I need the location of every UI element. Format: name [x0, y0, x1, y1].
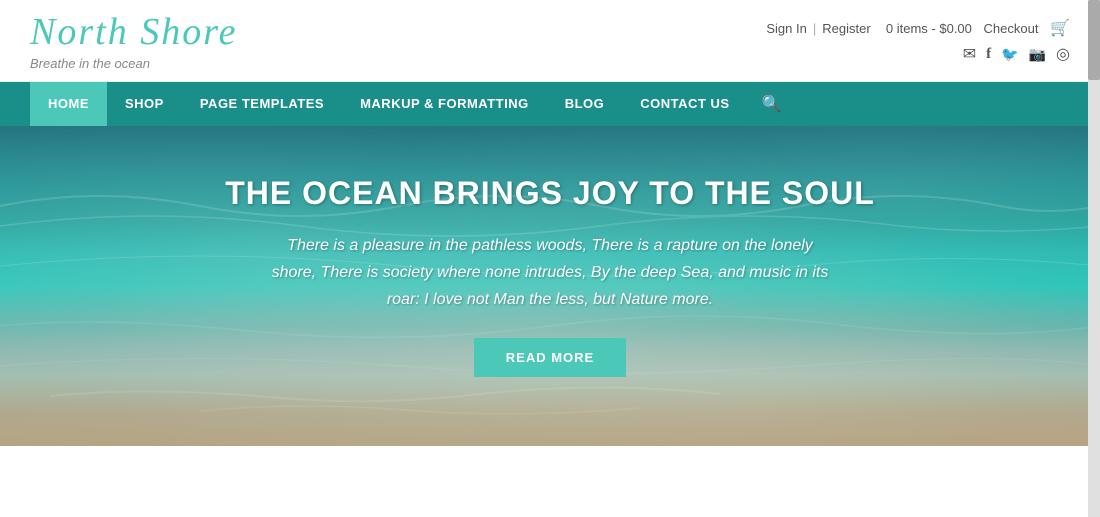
checkout-link[interactable]: Checkout: [984, 21, 1039, 36]
nav-markup-formatting[interactable]: MARKUP & FORMATTING: [342, 82, 547, 126]
tripadvisor-icon[interactable]: ◎: [1056, 44, 1070, 64]
nav-blog[interactable]: BLOG: [547, 82, 623, 126]
nav-contact-us[interactable]: CONTACT US: [622, 82, 747, 126]
divider: |: [813, 21, 816, 36]
site-header: North Shore Breathe in the ocean Sign In…: [0, 0, 1100, 82]
nav-home[interactable]: HOME: [30, 82, 107, 126]
scrollbar-track[interactable]: [1088, 0, 1100, 517]
read-more-button[interactable]: READ MORE: [474, 338, 626, 377]
cart-info: 0 items - $0.00: [886, 21, 972, 36]
scrollbar-thumb[interactable]: [1088, 0, 1100, 80]
site-tagline: Breathe in the ocean: [30, 56, 237, 71]
mail-icon[interactable]: ✉: [963, 44, 976, 64]
social-icons: ✉ f 🐦 📷 ◎: [963, 44, 1070, 64]
nav-page-templates[interactable]: PAGE TEMPLATES: [182, 82, 342, 126]
hero-content: THE OCEAN BRINGS JOY TO THE SOUL There i…: [145, 175, 955, 377]
instagram-icon[interactable]: 📷: [1029, 46, 1046, 63]
main-nav: HOME SHOP PAGE TEMPLATES MARKUP & FORMAT…: [0, 82, 1100, 126]
twitter-icon[interactable]: 🐦: [1001, 46, 1018, 63]
hero-text: There is a pleasure in the pathless wood…: [270, 232, 830, 314]
hero-title: THE OCEAN BRINGS JOY TO THE SOUL: [225, 175, 875, 212]
hero-section: THE OCEAN BRINGS JOY TO THE SOUL There i…: [0, 126, 1100, 446]
header-right: Sign In | Register 0 items - $0.00 Check…: [766, 18, 1070, 64]
register-link[interactable]: Register: [822, 21, 870, 36]
site-logo[interactable]: North Shore: [30, 12, 237, 54]
facebook-icon[interactable]: f: [986, 46, 991, 63]
sign-in-link[interactable]: Sign In: [766, 21, 806, 36]
header-top-links: Sign In | Register 0 items - $0.00 Check…: [766, 18, 1070, 38]
cart-icon[interactable]: 🛒: [1050, 18, 1070, 38]
logo-area: North Shore Breathe in the ocean: [30, 12, 237, 71]
nav-shop[interactable]: SHOP: [107, 82, 182, 126]
search-icon[interactable]: 🔍: [752, 82, 792, 126]
